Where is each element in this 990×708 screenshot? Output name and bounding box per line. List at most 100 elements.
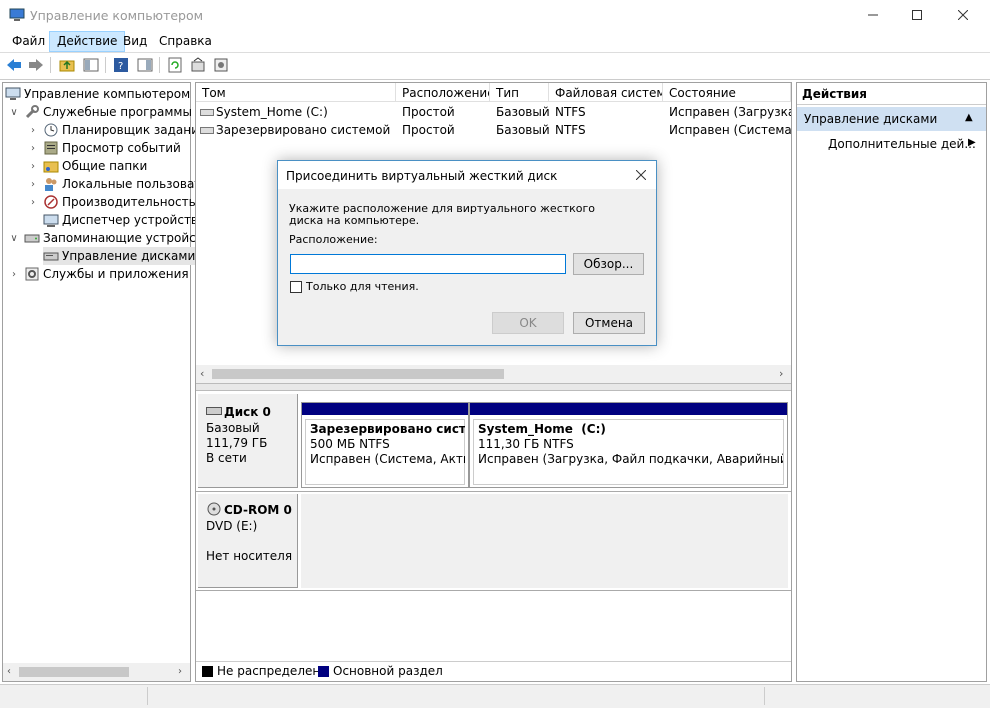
volume-list-scrollbar[interactable]: ‹ ›: [196, 365, 791, 383]
legend-swatch-unallocated: [202, 666, 213, 677]
performance-icon: [44, 195, 58, 209]
column-header-type[interactable]: Тип: [490, 83, 549, 102]
properties-view-icon[interactable]: [136, 56, 154, 74]
browse-button[interactable]: Обзор...: [573, 253, 644, 275]
more-actions-label: Дополнительные дей...: [828, 137, 976, 151]
dialog-close-button[interactable]: [632, 166, 650, 184]
column-header-volume[interactable]: Том: [196, 83, 396, 102]
attach-vhd-dialog: Присоединить виртуальный жесткий диск Ук…: [277, 160, 657, 346]
scroll-right-icon[interactable]: ›: [178, 666, 182, 677]
tree-item-label: Производительность: [62, 195, 196, 209]
chevron-down-icon[interactable]: ∨: [8, 107, 20, 118]
forward-arrow-icon[interactable]: [27, 56, 45, 74]
table-row[interactable]: System_Home (C:) Простой Базовый NTFS Ис…: [196, 103, 791, 121]
menu-help[interactable]: Справка: [152, 32, 219, 52]
scroll-left-icon[interactable]: ‹: [200, 367, 204, 380]
help-icon[interactable]: ?: [112, 56, 130, 74]
location-input[interactable]: [290, 254, 566, 274]
tree-item-device-manager[interactable]: Диспетчер устройств: [43, 211, 198, 229]
legend: Не распределена Основной раздел: [196, 661, 791, 681]
horizontal-scrollbar[interactable]: ‹ ›: [3, 663, 190, 681]
tree-item-label: Планировщик заданий: [62, 123, 207, 137]
tree-item-event-viewer[interactable]: › Просмотр событий: [27, 139, 181, 157]
cdrom-0-label[interactable]: CD-ROM 0 DVD (E:) Нет носителя: [198, 494, 298, 588]
scroll-right-icon[interactable]: ›: [779, 367, 783, 380]
actions-section-header[interactable]: Управление дисками ▲: [797, 107, 986, 131]
disk-type: DVD (E:): [206, 519, 258, 533]
tree-item-computer-management[interactable]: Управление компьютером (л: [5, 85, 206, 103]
show-hide-tree-icon[interactable]: [82, 56, 100, 74]
chevron-right-icon[interactable]: ›: [27, 197, 39, 208]
connect-icon[interactable]: [189, 56, 207, 74]
tree-item-system-tools[interactable]: ∨ Служебные программы: [8, 103, 192, 121]
back-arrow-icon[interactable]: [5, 56, 23, 74]
tree-item-performance[interactable]: › Производительность: [27, 193, 196, 211]
disk-status: Нет носителя: [206, 549, 293, 563]
tree-item-storage[interactable]: ∨ Запоминающие устройст: [8, 229, 202, 247]
cancel-button[interactable]: Отмена: [573, 312, 645, 334]
legend-label-unallocated: Не распределена: [217, 664, 328, 678]
menu-view[interactable]: Вид: [116, 32, 154, 52]
chevron-right-icon[interactable]: ›: [27, 143, 39, 154]
chevron-right-icon[interactable]: ›: [8, 269, 20, 280]
partition-header-bar: [470, 403, 787, 415]
tree-item-services-apps[interactable]: › Службы и приложения: [8, 265, 189, 283]
shared-folder-icon: [43, 161, 59, 173]
refresh-icon[interactable]: [166, 56, 184, 74]
cell-type: Базовый: [496, 105, 550, 119]
cell-status: Исправен (Загрузка, Ф: [669, 105, 791, 119]
chevron-right-icon[interactable]: ›: [27, 179, 39, 190]
disk-size: 111,79 ГБ: [206, 436, 268, 450]
chevron-down-icon[interactable]: ∨: [8, 233, 20, 244]
tree-item-task-scheduler[interactable]: › Планировщик заданий: [27, 121, 207, 139]
close-button[interactable]: [940, 0, 986, 30]
column-header-status[interactable]: Состояние: [663, 83, 791, 102]
settings-icon[interactable]: [212, 56, 230, 74]
scrollbar-thumb[interactable]: [212, 369, 504, 379]
column-header-layout[interactable]: Расположение: [396, 83, 490, 102]
readonly-checkbox[interactable]: [290, 281, 302, 293]
clock-icon: [44, 123, 58, 137]
scroll-left-icon[interactable]: ‹: [7, 666, 11, 677]
table-row[interactable]: Зарезервировано системой Простой Базовый…: [196, 121, 791, 139]
chevron-right-icon[interactable]: ›: [27, 125, 39, 136]
actions-title: Действия: [797, 83, 986, 105]
cell-volume: Зарезервировано системой: [216, 123, 391, 137]
more-actions-item[interactable]: Дополнительные дей... ▶: [797, 133, 986, 153]
cell-filesystem: NTFS: [555, 105, 586, 119]
tree-item-label: Службы и приложения: [43, 267, 189, 281]
chevron-right-icon[interactable]: ›: [27, 161, 39, 172]
scrollbar-thumb[interactable]: [19, 667, 129, 677]
up-folder-icon[interactable]: [58, 56, 76, 74]
cdrom-icon: [207, 502, 221, 516]
menu-file[interactable]: Файл: [5, 32, 52, 52]
pane-splitter[interactable]: [196, 383, 791, 391]
partition-reserved[interactable]: Зарезервировано системо 500 МБ NTFS Испр…: [301, 402, 469, 488]
column-header-filesystem[interactable]: Файловая система: [549, 83, 663, 102]
cell-type: Базовый: [496, 123, 550, 137]
disk-type: Базовый: [206, 421, 260, 435]
partition-name: System_Home (C:): [478, 422, 606, 436]
volume-icon: [200, 127, 214, 134]
menu-action[interactable]: Действие: [49, 31, 126, 52]
tree-item-disk-management[interactable]: Управление дисками: [43, 247, 200, 265]
disk-name: CD-ROM 0: [224, 503, 292, 517]
navigation-tree: Управление компьютером (л ∨ Служебные пр…: [2, 82, 209, 682]
disk-status: В сети: [206, 451, 247, 465]
partition-header-bar: [302, 403, 468, 415]
partition-name: Зарезервировано системо: [310, 422, 465, 436]
maximize-button[interactable]: [894, 0, 940, 30]
toolbar-separator: [105, 57, 106, 73]
collapse-up-icon[interactable]: ▲: [965, 112, 973, 123]
arrow-right-icon: ▶: [968, 137, 976, 148]
partition-size: 111,30 ГБ NTFS: [478, 437, 574, 451]
minimize-button[interactable]: [850, 0, 896, 30]
readonly-label: Только для чтения.: [306, 280, 419, 293]
disk-0-label[interactable]: Диск 0 Базовый 111,79 ГБ В сети: [198, 394, 298, 488]
tree-item-local-users[interactable]: › Локальные пользовате: [27, 175, 209, 193]
tree-item-shared-folders[interactable]: › Общие папки: [27, 157, 147, 175]
ok-button[interactable]: OK: [492, 312, 564, 334]
disk-name: Диск 0: [224, 405, 271, 419]
actions-pane: Действия Управление дисками ▲ Дополнител…: [796, 82, 987, 682]
partition-system-home[interactable]: System_Home (C:) 111,30 ГБ NTFS Исправен…: [469, 402, 788, 488]
